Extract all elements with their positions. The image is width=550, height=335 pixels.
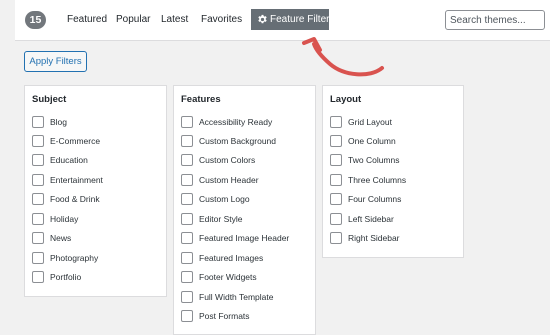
option-label: Three Columns — [348, 175, 407, 185]
option-label: Custom Background — [199, 136, 277, 146]
option-label: Full Width Template — [199, 292, 274, 302]
checkbox[interactable] — [181, 135, 193, 147]
subject-filter-column: Subject Blog E-Commerce Education Entert… — [24, 85, 167, 297]
feature-filter-button[interactable]: Feature Filter — [251, 9, 329, 30]
tab-favorites[interactable]: Favorites — [201, 13, 242, 27]
checkbox[interactable] — [181, 271, 193, 283]
option-label: Four Columns — [348, 194, 402, 204]
option-label: Portfolio — [50, 272, 82, 282]
option-label: Editor Style — [199, 214, 243, 224]
layout-filter-column: Layout Grid Layout One Column Two Column… — [322, 85, 464, 258]
feature-filter-label: Feature Filter — [270, 14, 330, 25]
search-themes-input[interactable] — [445, 10, 545, 30]
option-label: Education — [50, 155, 88, 165]
checkbox[interactable] — [330, 154, 342, 166]
checkbox[interactable] — [330, 116, 342, 128]
checkbox[interactable] — [330, 174, 342, 186]
option-label: News — [50, 233, 72, 243]
option-label: One Column — [348, 136, 396, 146]
option-label: Custom Header — [199, 175, 259, 185]
option-label: Blog — [50, 117, 68, 127]
option-label: Featured Images — [199, 253, 264, 263]
checkbox[interactable] — [32, 174, 44, 186]
checkbox[interactable] — [330, 213, 342, 225]
checkbox[interactable] — [181, 232, 193, 244]
option-label: Two Columns — [348, 155, 400, 165]
theme-count-badge: 15 — [25, 11, 46, 29]
tab-featured[interactable]: Featured — [67, 13, 107, 27]
checkbox[interactable] — [181, 252, 193, 264]
checkbox[interactable] — [181, 213, 193, 225]
checkbox[interactable] — [32, 252, 44, 264]
filter-toolbar: 15 Featured Popular Latest Favorites Fea… — [15, 0, 550, 41]
checkbox[interactable] — [181, 193, 193, 205]
checkbox[interactable] — [32, 135, 44, 147]
option-label: Left Sidebar — [348, 214, 394, 224]
features-heading: Features — [181, 94, 221, 105]
checkbox[interactable] — [181, 291, 193, 303]
checkbox[interactable] — [32, 154, 44, 166]
checkbox[interactable] — [330, 135, 342, 147]
option-label: Featured Image Header — [199, 233, 290, 243]
annotation-arrow — [302, 37, 384, 77]
option-label: Custom Logo — [199, 194, 250, 204]
option-label: Accessibility Ready — [199, 117, 273, 127]
option-label: Entertainment — [50, 175, 103, 185]
option-label: Photography — [50, 253, 99, 263]
checkbox[interactable] — [181, 154, 193, 166]
option-label: Right Sidebar — [348, 233, 400, 243]
features-filter-column: Features Accessibility Ready Custom Back… — [173, 85, 316, 335]
subject-heading: Subject — [32, 94, 67, 105]
option-label: Holiday — [50, 214, 79, 224]
tab-latest[interactable]: Latest — [161, 13, 188, 27]
checkbox[interactable] — [32, 116, 44, 128]
checkbox[interactable] — [32, 271, 44, 283]
checkbox[interactable] — [181, 116, 193, 128]
option-label: E-Commerce — [50, 136, 101, 146]
checkbox[interactable] — [32, 232, 44, 244]
checkbox[interactable] — [181, 310, 193, 322]
option-label: Grid Layout — [348, 117, 392, 127]
gear-icon — [258, 14, 267, 24]
checkbox[interactable] — [181, 174, 193, 186]
checkbox[interactable] — [330, 232, 342, 244]
layout-heading: Layout — [330, 94, 362, 105]
checkbox[interactable] — [330, 193, 342, 205]
checkbox[interactable] — [32, 213, 44, 225]
checkbox[interactable] — [32, 193, 44, 205]
tab-popular[interactable]: Popular — [116, 13, 150, 27]
option-label: Food & Drink — [50, 194, 100, 204]
option-label: Custom Colors — [199, 155, 256, 165]
option-label: Footer Widgets — [199, 272, 257, 282]
option-label: Post Formats — [199, 311, 250, 321]
apply-filters-button[interactable]: Apply Filters — [24, 51, 87, 72]
